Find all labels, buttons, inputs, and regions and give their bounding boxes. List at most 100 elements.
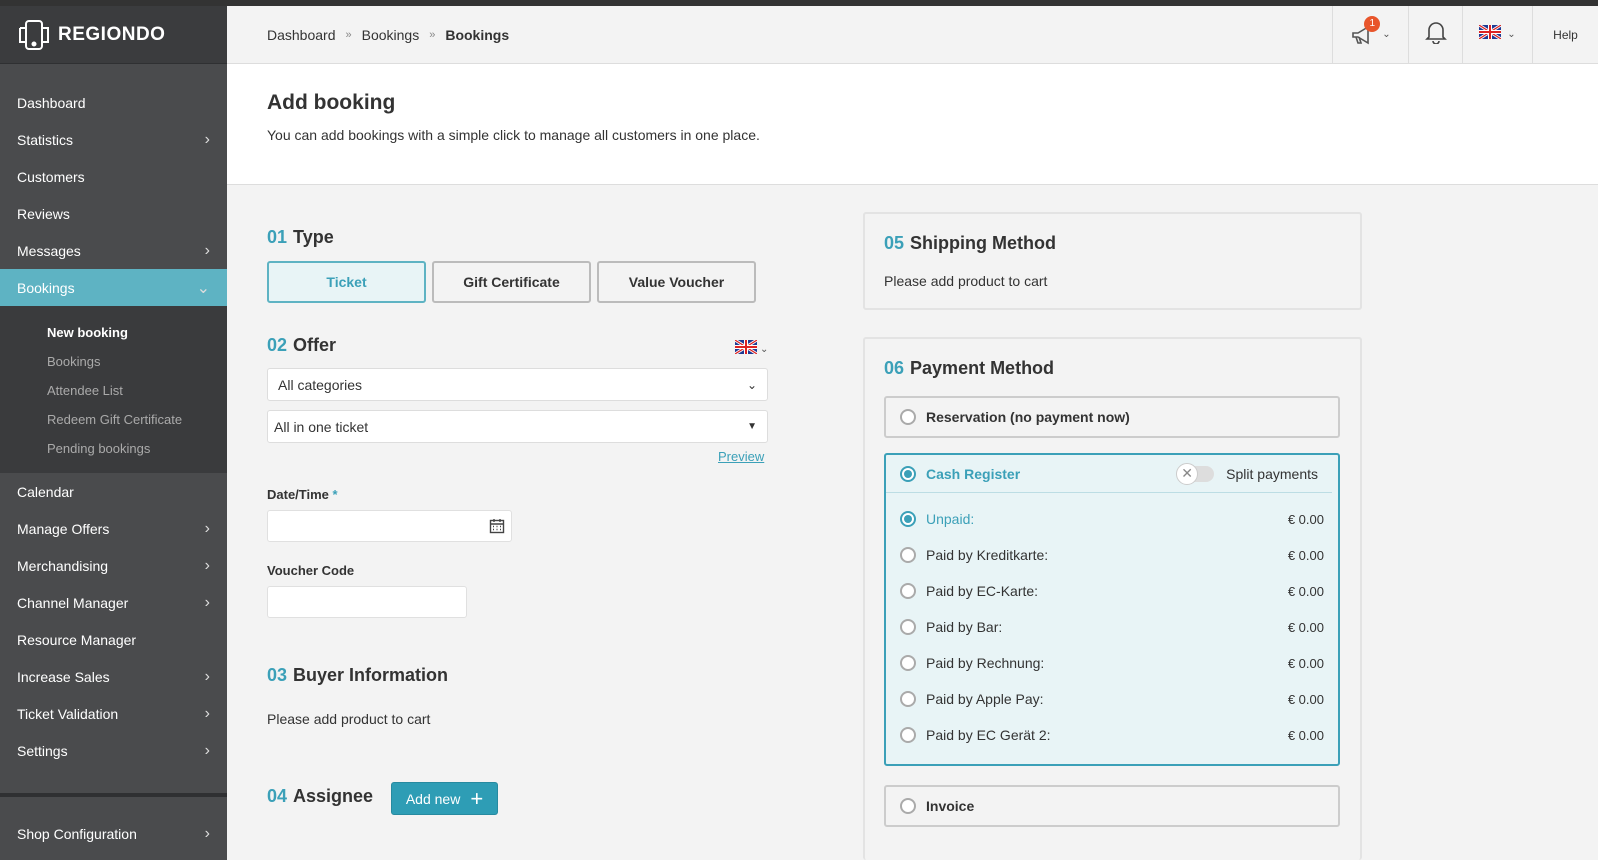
radio-button[interactable] bbox=[900, 547, 916, 563]
breadcrumb: Dashboard » Bookings » Bookings bbox=[227, 27, 1332, 43]
radio-button[interactable] bbox=[900, 691, 916, 707]
sidebar-item-shop-configuration[interactable]: Shop Configuration › bbox=[0, 815, 227, 852]
breadcrumb-item[interactable]: Dashboard bbox=[267, 27, 336, 43]
section-buyer-title: 03 Buyer Information bbox=[267, 665, 448, 686]
sidebar-item-merchandising[interactable]: Merchandising › bbox=[0, 547, 227, 584]
page-title: Add booking bbox=[267, 91, 396, 114]
radio-button[interactable] bbox=[900, 465, 916, 482]
sidebar-item-bookings[interactable]: Bookings ⌄ bbox=[0, 269, 227, 306]
sidebar-item-reviews[interactable]: Reviews bbox=[0, 195, 227, 232]
sidebar-item-settings[interactable]: Settings › bbox=[0, 732, 227, 769]
category-select[interactable]: All categories ⌄ bbox=[267, 368, 768, 401]
notifications-button[interactable] bbox=[1408, 5, 1462, 64]
subnav-item-new-booking[interactable]: New booking bbox=[0, 318, 227, 347]
sidebar-item-label: Channel Manager bbox=[17, 594, 129, 611]
payment-row-amount: € 0.00 bbox=[1287, 619, 1324, 635]
radio-button[interactable] bbox=[900, 798, 916, 814]
language-selector[interactable]: ⌄ bbox=[1462, 5, 1532, 64]
sidebar-item-messages[interactable]: Messages › bbox=[0, 232, 227, 269]
sidebar-item-label: Messages bbox=[17, 242, 81, 259]
breadcrumb-item[interactable]: Bookings bbox=[362, 27, 420, 43]
payment-row[interactable]: Paid by Apple Pay: € 0.00 bbox=[886, 681, 1338, 717]
sidebar-item-customers[interactable]: Customers bbox=[0, 158, 227, 195]
payment-row[interactable]: Paid by Kreditkarte: € 0.00 bbox=[886, 537, 1338, 573]
sidebar-item-manage-offers[interactable]: Manage Offers › bbox=[0, 510, 227, 547]
chevron-down-icon: ⌄ bbox=[760, 344, 769, 355]
sidebar: REGIONDO Dashboard Statistics › Customers Re… bbox=[0, 6, 227, 860]
radio-button[interactable] bbox=[900, 619, 916, 635]
plus-icon: + bbox=[470, 785, 484, 811]
sidebar-item-increase-sales[interactable]: Increase Sales › bbox=[0, 658, 227, 695]
payment-row[interactable]: Paid by EC Gerät 2: € 0.00 bbox=[886, 717, 1338, 753]
subnav-item-redeem-gift-certificate[interactable]: Redeem Gift Certificate bbox=[0, 405, 227, 434]
chevron-right-icon: › bbox=[204, 241, 210, 259]
voucher-code-label: Voucher Code bbox=[267, 563, 355, 578]
chevron-down-icon: ⌄ bbox=[1382, 29, 1391, 40]
radio-button[interactable] bbox=[900, 655, 916, 671]
shipping-method-card: 05 Shipping Method Please add product to … bbox=[863, 212, 1362, 310]
chevron-right-icon: › bbox=[204, 130, 210, 148]
radio-button[interactable] bbox=[900, 511, 916, 527]
radio-button[interactable] bbox=[900, 727, 916, 743]
sidebar-item-channel-manager[interactable]: Channel Manager › bbox=[0, 584, 227, 621]
section-type-title: 01 Type bbox=[267, 227, 334, 248]
calendar-icon[interactable] bbox=[489, 518, 505, 539]
help-button[interactable]: Help bbox=[1532, 5, 1598, 64]
radio-button[interactable] bbox=[900, 583, 916, 599]
chevron-right-icon: › bbox=[204, 824, 210, 842]
sidebar-item-calendar[interactable]: Calendar bbox=[0, 473, 227, 510]
chevron-down-icon: ⌄ bbox=[746, 377, 757, 392]
payment-row[interactable]: Unpaid: € 0.00 bbox=[886, 501, 1338, 537]
payment-row[interactable]: Paid by EC-Karte: € 0.00 bbox=[886, 573, 1338, 609]
section-number: 02 bbox=[267, 335, 288, 355]
payment-row-amount: € 0.00 bbox=[1287, 583, 1324, 599]
sidebar-item-ticket-validation[interactable]: Ticket Validation › bbox=[0, 695, 227, 732]
type-gift-certificate-button[interactable]: Gift Certificate bbox=[432, 261, 591, 303]
sidebar-item-label: Increase Sales bbox=[17, 668, 110, 685]
payment-row[interactable]: Paid by Rechnung: € 0.00 bbox=[886, 645, 1338, 681]
chevron-down-icon: ⌄ bbox=[1507, 29, 1516, 40]
close-icon: ✕ bbox=[1176, 462, 1199, 485]
sidebar-item-label: Manage Offers bbox=[17, 520, 110, 537]
datetime-input[interactable] bbox=[267, 510, 512, 542]
payment-row-amount: € 0.00 bbox=[1287, 547, 1324, 563]
bell-icon bbox=[1424, 20, 1447, 49]
brand-name: REGIONDO bbox=[58, 23, 166, 45]
sidebar-item-label: Shop Configuration bbox=[17, 825, 137, 842]
offer-language-selector[interactable]: ⌄ bbox=[734, 338, 769, 359]
subnav-item-attendee-list[interactable]: Attendee List bbox=[0, 376, 227, 405]
payment-row-amount: € 0.00 bbox=[1287, 655, 1324, 671]
brand-logo[interactable]: REGIONDO bbox=[0, 6, 227, 64]
sidebar-item-label: Settings bbox=[17, 742, 68, 759]
radio-button[interactable] bbox=[900, 409, 916, 425]
sidebar-item-statistics[interactable]: Statistics › bbox=[0, 121, 227, 158]
type-value-voucher-button[interactable]: Value Voucher bbox=[597, 261, 756, 303]
preview-link[interactable]: Preview bbox=[718, 449, 764, 464]
section-assignee-title: 04 Assignee bbox=[267, 786, 373, 807]
payment-row[interactable]: Paid by Bar: € 0.00 bbox=[886, 609, 1338, 645]
sidebar-item-label: Bookings bbox=[17, 279, 75, 296]
voucher-code-input[interactable] bbox=[267, 586, 467, 618]
section-number: 01 bbox=[267, 227, 288, 247]
select-value: All in one ticket bbox=[274, 418, 369, 435]
payment-invoice-option[interactable]: Invoice bbox=[884, 785, 1340, 827]
section-number: 06 bbox=[884, 358, 905, 378]
offer-select[interactable]: All in one ticket ▼ bbox=[267, 410, 768, 443]
add-assignee-button[interactable]: Add new + bbox=[391, 782, 498, 815]
sidebar-item-label: Customers bbox=[17, 168, 85, 185]
sidebar-item-dashboard[interactable]: Dashboard bbox=[0, 84, 227, 121]
subnav-item-bookings[interactable]: Bookings bbox=[0, 347, 227, 376]
page-header: Add booking You can add bookings with a … bbox=[227, 64, 1598, 185]
chevron-right-icon: › bbox=[204, 593, 210, 611]
payment-cash-register-option[interactable]: Cash Register ✕ Split payments Unpaid: € … bbox=[884, 453, 1340, 766]
split-payments-toggle[interactable]: ✕ bbox=[1176, 462, 1215, 485]
sidebar-item-resource-manager[interactable]: Resource Manager bbox=[0, 621, 227, 658]
sidebar-nav-lower: Calendar Manage Offers › Merchandising › Chan… bbox=[0, 473, 227, 769]
announcements-button[interactable]: 1 ⌄ bbox=[1332, 5, 1408, 64]
sidebar-nav: Dashboard Statistics › Customers Reviews Mess… bbox=[0, 84, 227, 306]
section-number: 03 bbox=[267, 665, 288, 685]
type-ticket-button[interactable]: Ticket bbox=[267, 261, 426, 303]
field-label-text: Date/Time bbox=[267, 487, 329, 502]
subnav-item-pending-bookings[interactable]: Pending bookings bbox=[0, 434, 227, 463]
payment-reservation-option[interactable]: Reservation (no payment now) bbox=[884, 396, 1340, 438]
